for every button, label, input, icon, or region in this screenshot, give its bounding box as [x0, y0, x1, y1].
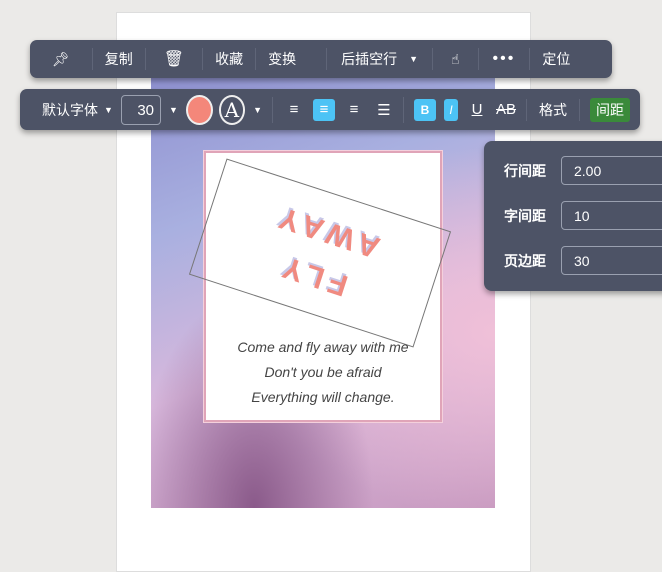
trash-icon: 🗑︎: [163, 51, 185, 68]
italic-button[interactable]: I: [444, 98, 458, 121]
line-spacing-row: 行间距: [504, 156, 662, 185]
font-size-chevron-icon[interactable]: ▼: [169, 105, 178, 115]
line-spacing-input[interactable]: [561, 156, 662, 185]
format-toolbar: 默认字体 ▼ 30 ▼ A ▼ ≡ ≡ ≡ ☰ B I U AB 格式 间距: [20, 89, 640, 130]
margin-input[interactable]: [561, 246, 662, 275]
align-left-icon[interactable]: ≡: [283, 99, 305, 121]
pin-button[interactable]: 📌︎: [30, 48, 93, 70]
font-label: 默认字体: [42, 101, 98, 118]
margin-label: 页边距: [504, 252, 546, 269]
line-spacing-label: 行间距: [504, 162, 546, 179]
chevron-down-icon: ▼: [104, 104, 113, 115]
letter-spacing-label: 字间距: [504, 207, 546, 224]
format-button[interactable]: 格式: [526, 98, 581, 121]
text-outline-button[interactable]: A: [218, 94, 246, 125]
text-color-swatch[interactable]: [185, 94, 213, 125]
lyric-line: Don't you be afraid: [264, 364, 382, 380]
font-size-input[interactable]: 30: [120, 94, 162, 125]
locate-button[interactable]: 定位: [530, 48, 582, 70]
lyric-line: Everything will change.: [251, 389, 395, 405]
hand-pointer-icon: ☝︎: [451, 50, 460, 67]
touch-button[interactable]: ☝︎: [433, 48, 479, 70]
rotated-title: FLY AWAY: [254, 192, 387, 313]
transform-button[interactable]: 变换: [256, 48, 328, 70]
underline-button[interactable]: U: [466, 99, 488, 121]
margin-row: 页边距: [504, 246, 662, 275]
favorite-label: 收藏: [215, 51, 244, 67]
bold-button[interactable]: B: [414, 98, 436, 121]
pin-icon: 📌︎: [52, 50, 70, 67]
locate-label: 定位: [542, 51, 571, 67]
copy-button[interactable]: 复制: [93, 48, 146, 70]
element-toolbar: 📌︎ 复制 🗑︎ 收藏 变换 后插空行 ▼ ☝︎ ••• 定位: [30, 40, 612, 78]
format-label: 格式: [539, 101, 568, 118]
chevron-down-icon: ▼: [409, 54, 419, 64]
align-justify-icon[interactable]: ☰: [373, 99, 395, 121]
align-center-icon[interactable]: ≡: [313, 98, 335, 121]
more-button[interactable]: •••: [479, 48, 531, 70]
font-dropdown[interactable]: 默认字体 ▼: [20, 99, 121, 121]
strikethrough-button[interactable]: AB: [496, 99, 516, 121]
letter-spacing-row: 字间距: [504, 201, 662, 230]
delete-button[interactable]: 🗑︎: [146, 48, 204, 70]
outline-letter: A: [224, 97, 240, 122]
letter-spacing-input[interactable]: [561, 201, 662, 230]
copy-label: 复制: [104, 51, 133, 67]
lyrics: Come and fly away with me Don't you be a…: [204, 335, 442, 410]
align-right-icon[interactable]: ≡: [343, 99, 365, 121]
favorite-button[interactable]: 收藏: [203, 48, 257, 70]
spacing-panel: 行间距 字间距 页边距: [484, 141, 662, 291]
outline-chevron-icon[interactable]: ▼: [253, 105, 262, 115]
lyric-line: Come and fly away with me: [237, 339, 409, 355]
spacing-label: 间距: [590, 97, 631, 122]
transform-label: 变换: [268, 51, 297, 67]
spacing-button[interactable]: 间距: [580, 97, 640, 122]
insert-after-dropdown[interactable]: 后插空行 ▼: [327, 48, 434, 70]
more-icon: •••: [492, 50, 516, 67]
insert-after-label: 后插空行: [341, 51, 398, 67]
